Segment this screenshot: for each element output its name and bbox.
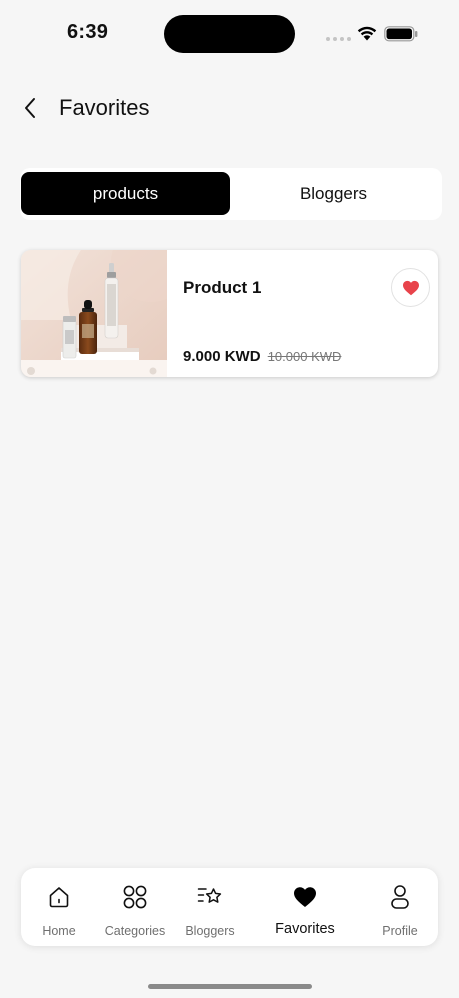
home-icon: [47, 884, 71, 910]
battery-icon: [384, 26, 418, 47]
nav-home[interactable]: Home: [38, 868, 80, 946]
status-time: 6:39: [67, 21, 109, 43]
product-old-price: 10.000 KWD: [267, 349, 342, 364]
wifi-icon: [356, 24, 378, 46]
product-price: 9.000 KWD: [183, 348, 261, 365]
heart-icon: [293, 884, 317, 910]
remove-favorite-button[interactable]: [391, 268, 430, 307]
nav-categories[interactable]: Categories: [102, 868, 168, 946]
cellular-signal-icon: [326, 37, 351, 41]
segmented-control: products Bloggers: [20, 168, 442, 220]
page-title: Favorites: [59, 95, 150, 120]
dynamic-island: [164, 15, 295, 53]
back-button[interactable]: [14, 92, 46, 124]
nav-label-categories: Categories: [104, 924, 166, 938]
price-row: 9.000 KWD 10.000 KWD: [183, 348, 341, 365]
grid-icon: [122, 884, 148, 910]
nav-favorites[interactable]: Favorites: [273, 868, 337, 946]
star-list-icon: [197, 884, 223, 910]
chevron-left-icon: [25, 98, 35, 118]
product-name[interactable]: Product 1: [183, 278, 261, 298]
home-indicator: [148, 984, 312, 989]
header: Favorites: [0, 86, 459, 130]
person-icon: [389, 884, 411, 910]
tab-bloggers[interactable]: Bloggers: [229, 172, 438, 215]
heart-filled-icon: [402, 280, 419, 295]
nav-label-profile: Profile: [382, 924, 418, 938]
nav-profile[interactable]: Profile: [378, 868, 422, 946]
tab-products[interactable]: products: [21, 172, 230, 215]
bottom-nav: Home Categories Bloggers Favorites Profi…: [21, 868, 438, 946]
nav-bloggers[interactable]: Bloggers: [183, 868, 237, 946]
nav-label-bloggers: Bloggers: [185, 924, 235, 938]
nav-label-home: Home: [42, 924, 76, 938]
product-image[interactable]: [21, 250, 167, 377]
product-card[interactable]: Product 1 9.000 KWD 10.000 KWD: [21, 250, 438, 377]
nav-label-favorites: Favorites: [275, 921, 335, 937]
status-bar: 6:39: [0, 0, 459, 62]
